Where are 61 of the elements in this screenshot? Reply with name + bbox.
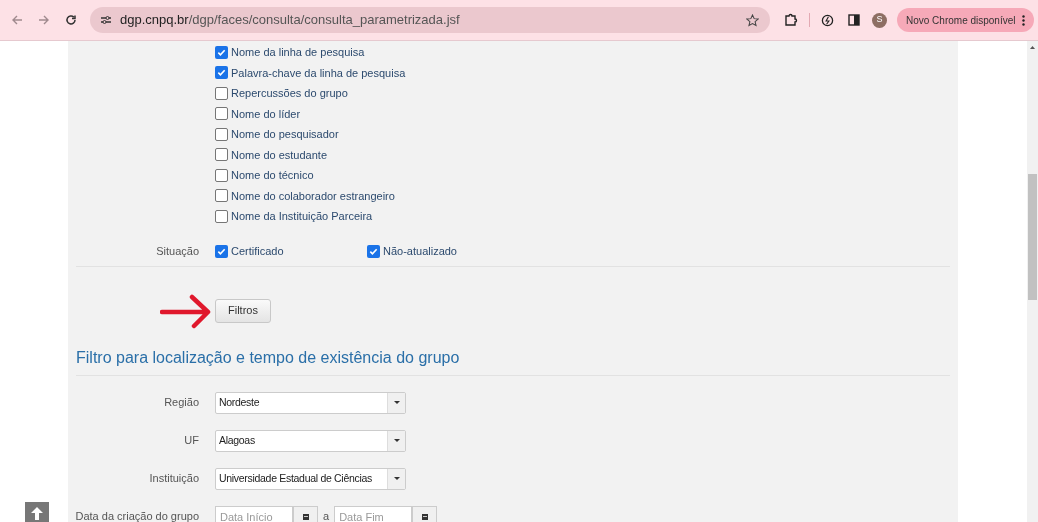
calendar-button[interactable] (412, 505, 438, 522)
extension-icon[interactable] (821, 13, 834, 27)
checkbox-label: Não-atualizado (383, 244, 457, 260)
checkbox-label: Nome da linha de pesquisa (231, 45, 365, 60)
checkbox-label: Nome do estudante (231, 147, 327, 163)
filter-button[interactable]: Filtros (215, 298, 271, 323)
url-text: dgp.cnpq.br/dgp/faces/consulta/consulta_parametrizada.jsf (120, 11, 460, 30)
site-settings-icon[interactable] (100, 15, 112, 25)
profile-avatar[interactable]: S (872, 12, 887, 28)
separator-text: a (323, 509, 330, 522)
field-label: Situação (155, 244, 199, 260)
checkbox[interactable] (215, 245, 228, 258)
date-input[interactable]: Data Fim (334, 505, 413, 522)
reload-icon[interactable] (65, 14, 77, 26)
checkbox[interactable] (215, 189, 228, 203)
scroll-up-icon[interactable] (1030, 46, 1035, 49)
arrow-up-icon (30, 506, 44, 520)
more-icon[interactable] (1021, 14, 1025, 26)
address-bar[interactable]: dgp.cnpq.br/dgp/faces/consulta/consulta_parametrizada.jsf (90, 7, 770, 33)
checkbox[interactable] (215, 127, 228, 141)
side-panel-icon[interactable] (848, 14, 860, 26)
scrollbar[interactable] (1027, 41, 1038, 522)
calendar-button[interactable] (293, 505, 318, 522)
checkbox-label: Nome do técnico (231, 168, 314, 183)
select-field[interactable]: Alagoas (215, 429, 406, 452)
caret-icon (393, 401, 400, 404)
checkbox-label: Certificado (231, 244, 284, 260)
scrollbar-thumb[interactable] (1028, 174, 1037, 300)
checkbox-label: Palavra-chave da linha de pesquisa (231, 65, 406, 81)
checkbox-label: Repercussões do grupo (231, 86, 348, 101)
checkbox[interactable] (215, 209, 228, 223)
date-input[interactable]: Data Início (215, 505, 293, 522)
checkbox[interactable] (215, 148, 228, 162)
checkbox[interactable] (215, 45, 228, 59)
arrow-annotation (160, 292, 212, 329)
calendar-icon (421, 513, 428, 520)
field-label: Região (163, 395, 199, 411)
field-label: UF (183, 433, 199, 449)
checkbox-label: Nome do colaborador estrangeiro (231, 188, 395, 204)
section-heading: Filtro para localização e tempo de existência do grupo (76, 347, 461, 368)
checkbox-label: Nome do pesquisador (231, 127, 339, 142)
field-label: Data da criação do grupo (74, 509, 199, 522)
back-icon[interactable] (11, 14, 23, 26)
checkbox-label: Nome da Instituição Parceira (231, 209, 373, 224)
checkbox[interactable] (367, 245, 380, 258)
update-chrome-button[interactable]: Novo Chrome disponível (897, 8, 1034, 32)
field-label: Instituição (148, 471, 199, 487)
caret-icon (393, 477, 400, 480)
puzzle-icon[interactable] (784, 13, 798, 27)
forward-icon[interactable] (38, 14, 50, 26)
star-icon[interactable] (746, 13, 759, 27)
scroll-top-button[interactable] (25, 502, 49, 522)
checkbox-label: Nome do líder (231, 106, 301, 122)
calendar-icon (302, 513, 309, 520)
caret-icon (393, 439, 400, 442)
checkbox[interactable] (215, 107, 228, 121)
select-field[interactable]: Universidade Estadual de Ciências (215, 467, 406, 490)
checkbox[interactable] (215, 66, 228, 80)
select-field[interactable]: Nordeste (215, 391, 406, 414)
checkbox[interactable] (215, 86, 228, 100)
checkbox[interactable] (215, 168, 228, 182)
